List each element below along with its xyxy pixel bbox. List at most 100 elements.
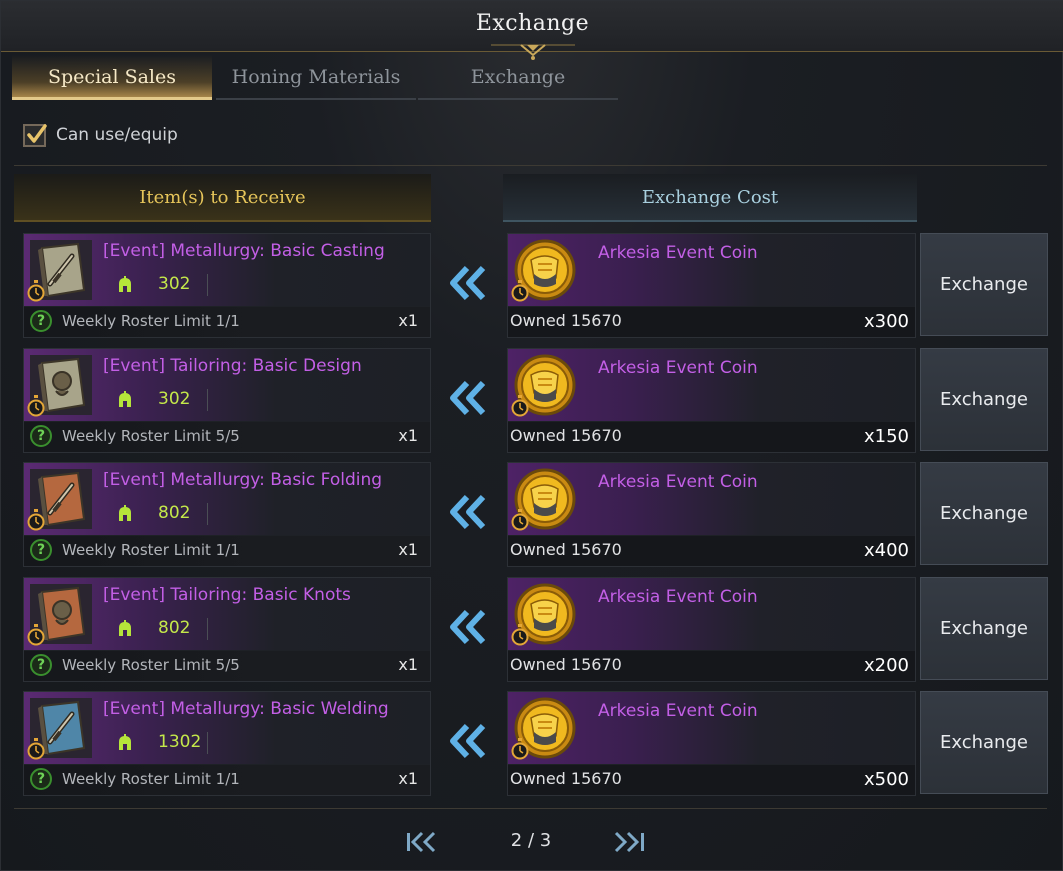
reward-quantity: x1 bbox=[398, 655, 418, 674]
help-icon[interactable]: ? bbox=[30, 768, 52, 790]
double-chevron-left-icon bbox=[450, 380, 486, 416]
spartan-helmet-icon bbox=[119, 505, 131, 521]
cost-item[interactable]: Arkesia Event Coin Owned 15670 x200 bbox=[507, 577, 916, 682]
exchange-button[interactable]: Exchange bbox=[920, 233, 1048, 336]
reward-item-footer: ? Weekly Roster Limit 5/5 x1 bbox=[24, 422, 430, 452]
double-chevron-left-icon bbox=[450, 609, 486, 645]
spartan-helmet-icon bbox=[119, 391, 131, 407]
reward-item-footer: ? Weekly Roster Limit 5/5 x1 bbox=[24, 651, 430, 681]
can-use-checkbox[interactable] bbox=[23, 123, 47, 147]
tab-exchange[interactable]: Exchange bbox=[418, 55, 618, 100]
help-icon[interactable]: ? bbox=[30, 654, 52, 676]
cost-item-footer: Owned 15670 x400 bbox=[508, 536, 915, 566]
reward-item-footer: ? Weekly Roster Limit 1/1 x1 bbox=[24, 536, 430, 566]
cost-amount: x200 bbox=[863, 655, 909, 676]
double-chevron-left-icon bbox=[450, 723, 486, 759]
help-icon[interactable]: ? bbox=[30, 425, 52, 447]
exchange-row: [Event] Metallurgy: Basic Welding 1302 ?… bbox=[1, 691, 1063, 801]
first-page-button[interactable] bbox=[403, 829, 447, 855]
cost-item-footer: Owned 15670 x150 bbox=[508, 422, 915, 452]
reward-quantity: x1 bbox=[398, 769, 418, 788]
cost-item-name: Arkesia Event Coin bbox=[598, 358, 758, 378]
reward-item[interactable]: [Event] Metallurgy: Basic Folding 802 ? … bbox=[23, 462, 431, 567]
page-indicator: 2 / 3 bbox=[510, 830, 552, 851]
cost-item-name: Arkesia Event Coin bbox=[598, 243, 758, 263]
reward-item-header: [Event] Metallurgy: Basic Welding 1302 bbox=[24, 692, 430, 764]
item-level: 802 bbox=[158, 503, 191, 523]
timer-icon bbox=[27, 624, 45, 646]
spartan-helmet-icon bbox=[119, 620, 131, 636]
exchange-button[interactable]: Exchange bbox=[920, 691, 1048, 794]
cost-item[interactable]: Arkesia Event Coin Owned 15670 x500 bbox=[507, 691, 916, 796]
cost-item-header: Arkesia Event Coin bbox=[508, 234, 915, 306]
exchange-button[interactable]: Exchange bbox=[920, 348, 1048, 451]
cost-item-footer: Owned 15670 x300 bbox=[508, 307, 915, 337]
item-level: 802 bbox=[158, 618, 191, 638]
divider bbox=[207, 732, 208, 754]
timer-icon bbox=[511, 624, 529, 646]
reward-item-header: [Event] Tailoring: Basic Knots 802 bbox=[24, 578, 430, 650]
cost-item[interactable]: Arkesia Event Coin Owned 15670 x400 bbox=[507, 462, 916, 567]
divider bbox=[207, 503, 208, 525]
reward-item[interactable]: [Event] Metallurgy: Basic Welding 1302 ?… bbox=[23, 691, 431, 796]
roster-limit: Weekly Roster Limit 1/1 bbox=[62, 312, 240, 330]
timer-icon bbox=[511, 280, 529, 302]
cost-amount: x150 bbox=[863, 426, 909, 447]
reward-item-name: [Event] Metallurgy: Basic Welding bbox=[103, 699, 389, 719]
cost-amount: x300 bbox=[863, 311, 909, 332]
divider bbox=[207, 274, 208, 296]
timer-icon bbox=[27, 395, 45, 417]
item-level: 302 bbox=[158, 389, 191, 409]
reward-item-name: [Event] Metallurgy: Basic Folding bbox=[103, 470, 383, 490]
cost-item-header: Arkesia Event Coin bbox=[508, 578, 915, 650]
reward-item-footer: ? Weekly Roster Limit 1/1 x1 bbox=[24, 765, 430, 795]
help-icon[interactable]: ? bbox=[30, 310, 52, 332]
roster-limit: Weekly Roster Limit 1/1 bbox=[62, 770, 240, 788]
cost-item-name: Arkesia Event Coin bbox=[598, 472, 758, 492]
tab-honing-materials[interactable]: Honing Materials bbox=[216, 55, 416, 100]
reward-item-name: [Event] Tailoring: Basic Knots bbox=[103, 585, 351, 605]
checkmark-icon bbox=[27, 123, 47, 143]
exchange-window: Exchange Special Sales Honing Materials … bbox=[0, 0, 1063, 871]
exchange-button[interactable]: Exchange bbox=[920, 462, 1048, 565]
reward-item-header: [Event] Metallurgy: Basic Folding 802 bbox=[24, 463, 430, 535]
timer-icon bbox=[511, 509, 529, 531]
roster-limit: Weekly Roster Limit 1/1 bbox=[62, 541, 240, 559]
spartan-helmet-icon bbox=[119, 734, 131, 750]
owned-amount: Owned 15670 bbox=[510, 311, 622, 330]
cost-item[interactable]: Arkesia Event Coin Owned 15670 x150 bbox=[507, 348, 916, 453]
timer-icon bbox=[511, 738, 529, 760]
item-level: 302 bbox=[158, 274, 191, 294]
cost-item-footer: Owned 15670 x200 bbox=[508, 651, 915, 681]
reward-item[interactable]: [Event] Tailoring: Basic Design 302 ? We… bbox=[23, 348, 431, 453]
reward-item[interactable]: [Event] Metallurgy: Basic Casting 302 ? … bbox=[23, 233, 431, 338]
exchange-button[interactable]: Exchange bbox=[920, 577, 1048, 680]
tab-special-sales[interactable]: Special Sales bbox=[12, 55, 212, 100]
spartan-helmet-icon bbox=[119, 276, 131, 292]
help-icon[interactable]: ? bbox=[30, 539, 52, 561]
title-bar: Exchange bbox=[1, 1, 1063, 60]
divider bbox=[207, 389, 208, 411]
last-page-button[interactable] bbox=[613, 829, 657, 855]
divider bbox=[14, 808, 1047, 809]
reward-quantity: x1 bbox=[398, 426, 418, 445]
item-level: 1302 bbox=[158, 732, 202, 752]
cost-item[interactable]: Arkesia Event Coin Owned 15670 x300 bbox=[507, 233, 916, 338]
cost-amount: x500 bbox=[863, 769, 909, 790]
owned-amount: Owned 15670 bbox=[510, 655, 622, 674]
reward-item[interactable]: [Event] Tailoring: Basic Knots 802 ? Wee… bbox=[23, 577, 431, 682]
divider bbox=[14, 165, 1047, 166]
reward-item-name: [Event] Tailoring: Basic Design bbox=[103, 356, 362, 376]
double-chevron-left-icon bbox=[450, 494, 486, 530]
exchange-row: [Event] Metallurgy: Basic Folding 802 ? … bbox=[1, 462, 1063, 572]
reward-item-footer: ? Weekly Roster Limit 1/1 x1 bbox=[24, 307, 430, 337]
cost-item-header: Arkesia Event Coin bbox=[508, 463, 915, 535]
cost-amount: x400 bbox=[863, 540, 909, 561]
reward-item-header: [Event] Metallurgy: Basic Casting 302 bbox=[24, 234, 430, 306]
can-use-label: Can use/equip bbox=[56, 125, 178, 145]
reward-quantity: x1 bbox=[398, 311, 418, 330]
window-title: Exchange bbox=[475, 11, 590, 36]
can-use-filter: Can use/equip bbox=[23, 121, 178, 149]
timer-icon bbox=[27, 738, 45, 760]
roster-limit: Weekly Roster Limit 5/5 bbox=[62, 427, 240, 445]
